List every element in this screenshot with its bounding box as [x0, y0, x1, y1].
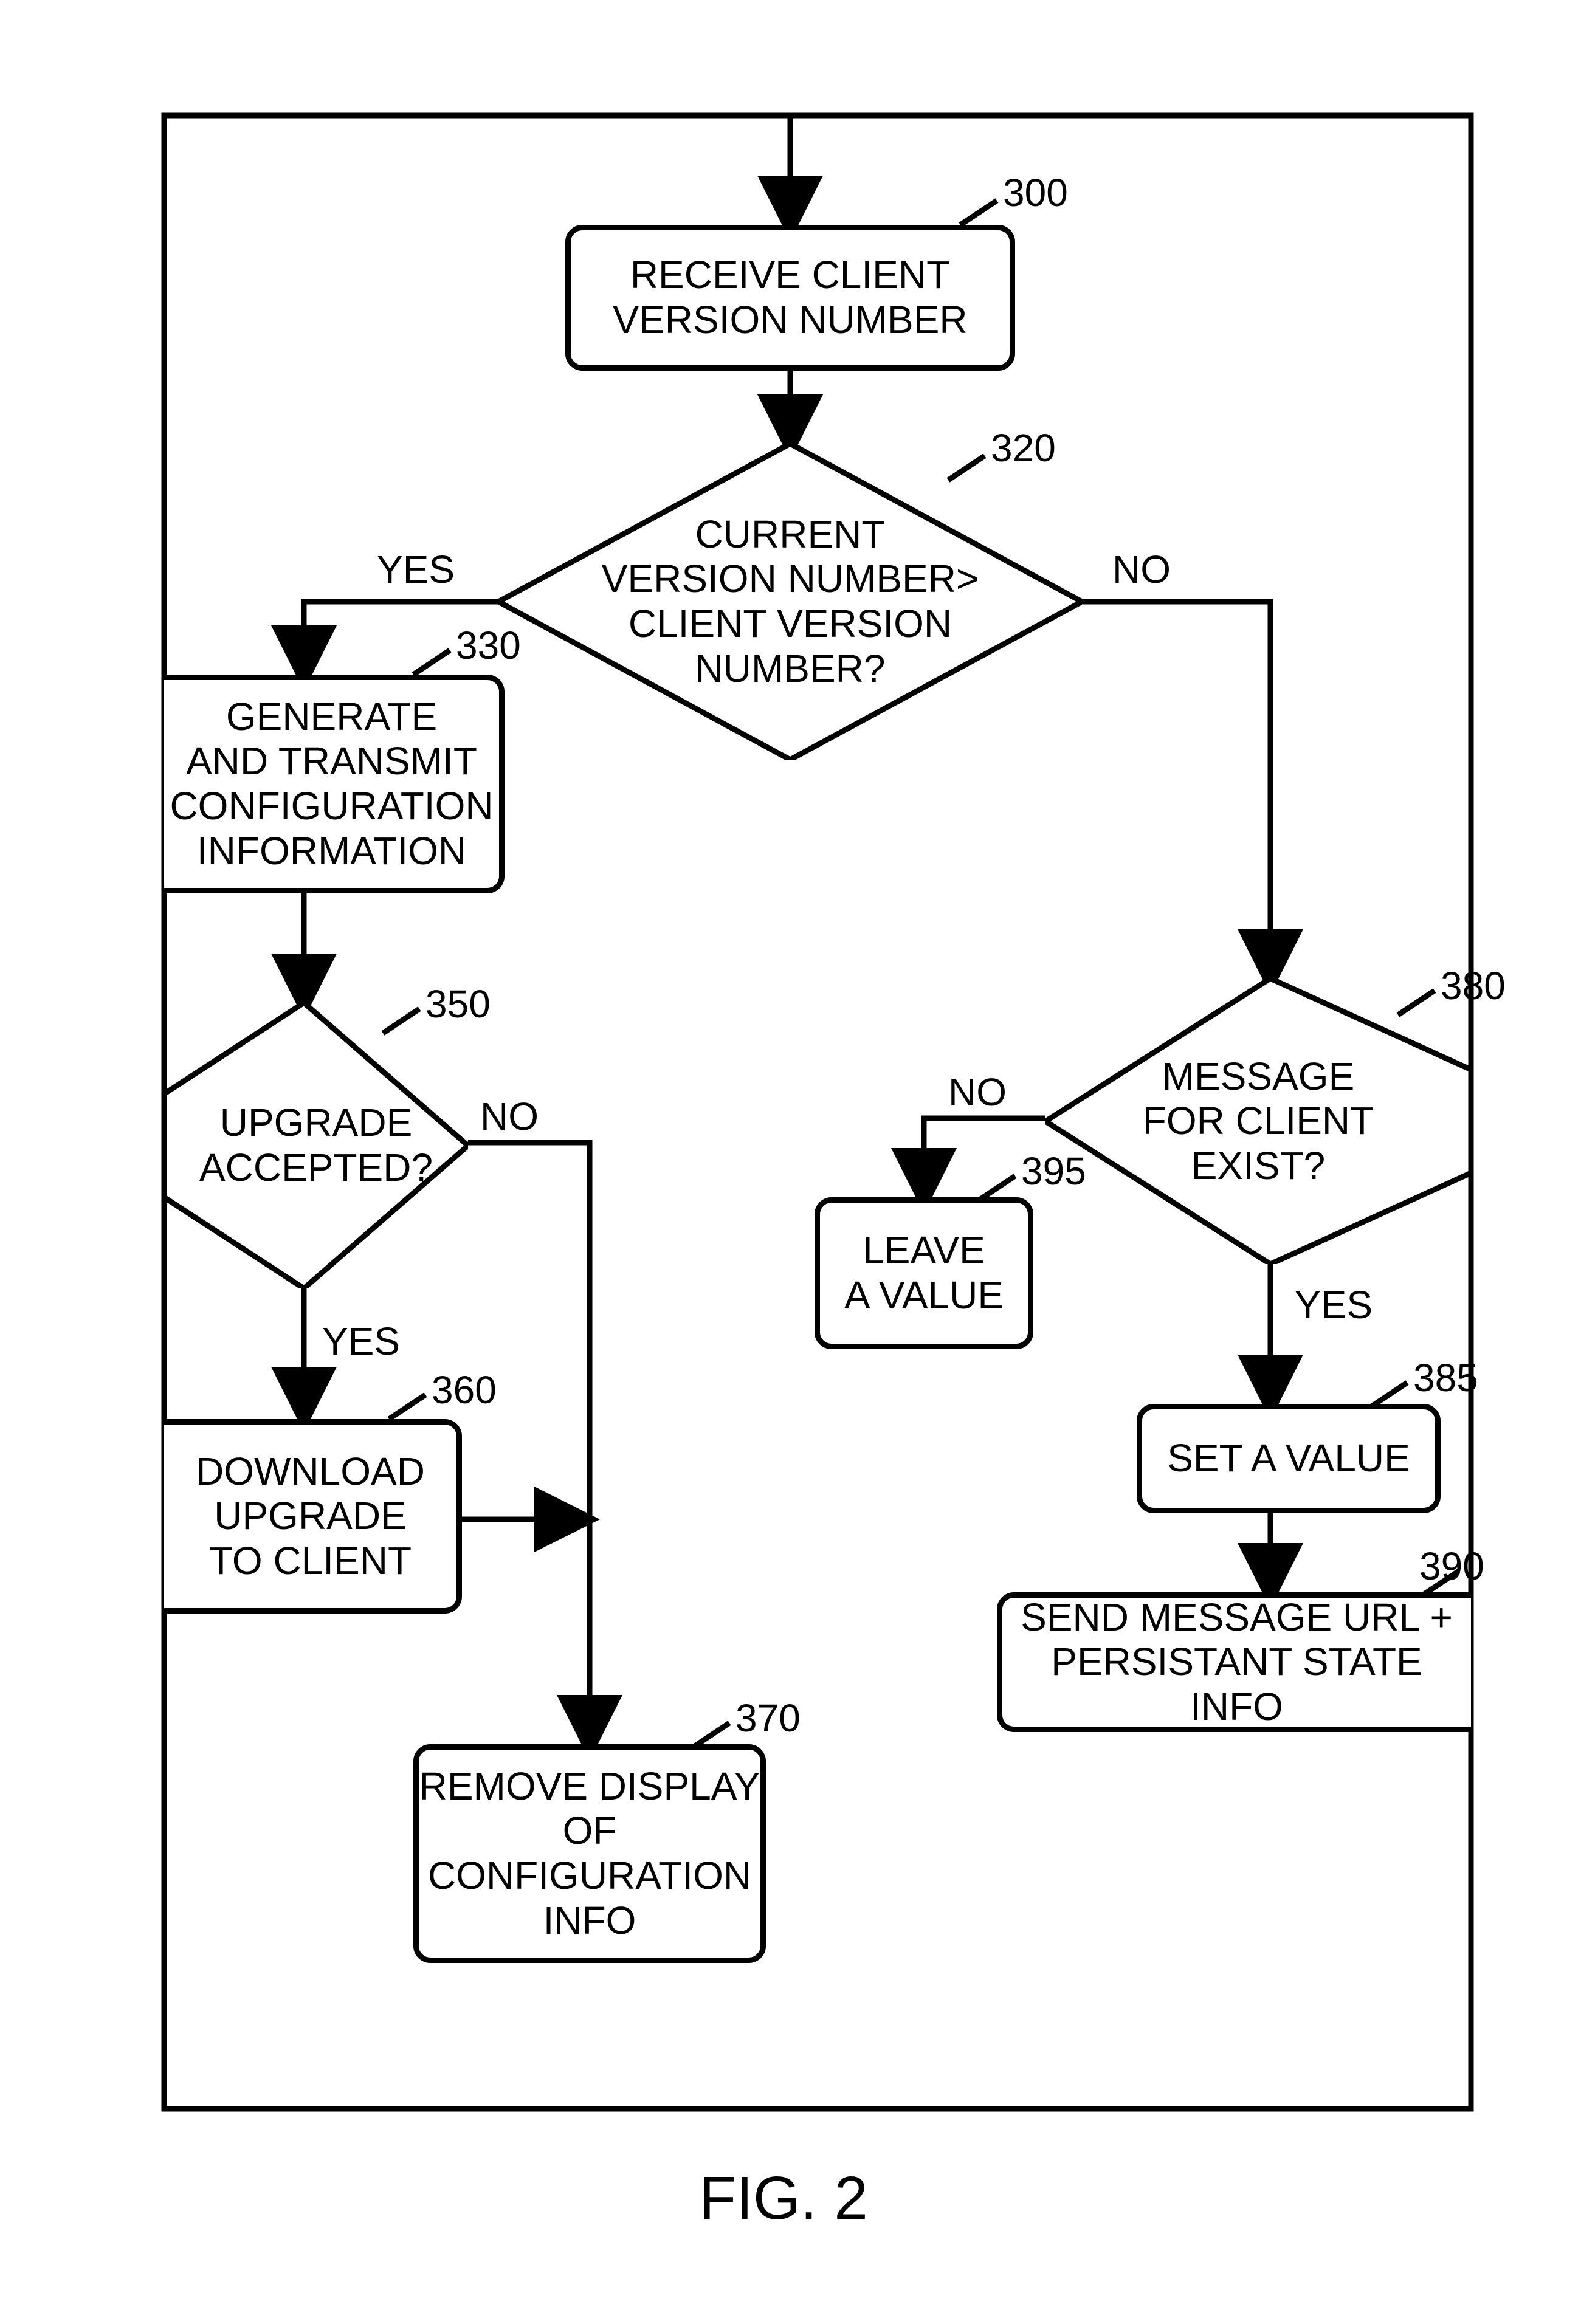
node-390-text: SEND MESSAGE URL + PERSISTANT STATE INFO	[1002, 1595, 1471, 1730]
flowchart-canvas: RECEIVE CLIENT VERSION NUMBER 300 CURREN…	[0, 0, 1581, 2324]
edge-320-no: NO	[1112, 547, 1171, 592]
ref-300: 300	[1003, 170, 1068, 215]
node-380-text: MESSAGE FOR CLIENT EXIST?	[1143, 1054, 1374, 1189]
node-370-text: REMOVE DISPLAY OF CONFIGURATION INFO	[419, 1764, 760, 1943]
ref-380: 380	[1441, 963, 1506, 1008]
edge-350-yes: YES	[322, 1319, 400, 1364]
node-385-set-value: SET A VALUE	[1137, 1404, 1441, 1513]
node-320-version-check: CURRENT VERSION NUMBER> CLIENT VERSION N…	[498, 444, 1082, 760]
ref-360: 360	[432, 1367, 497, 1412]
node-320-text: CURRENT VERSION NUMBER> CLIENT VERSION N…	[602, 512, 979, 691]
node-360-download-upgrade: DOWNLOAD UPGRADE TO CLIENT	[164, 1419, 462, 1614]
node-385-text: SET A VALUE	[1167, 1436, 1410, 1481]
ref-350: 350	[425, 982, 491, 1026]
node-380-message-exist: MESSAGE FOR CLIENT EXIST?	[1045, 978, 1471, 1264]
ref-330: 330	[456, 623, 521, 668]
node-395-text: LEAVE A VALUE	[844, 1228, 1004, 1318]
edge-320-yes: YES	[377, 547, 455, 592]
edge-350-no: NO	[480, 1094, 539, 1139]
edge-380-yes: YES	[1295, 1282, 1373, 1327]
node-330-generate-transmit-config: GENERATE AND TRANSMIT CONFIGURATION INFO…	[164, 675, 505, 893]
node-300-text: RECEIVE CLIENT VERSION NUMBER	[613, 253, 967, 342]
node-350-upgrade-accepted: UPGRADE ACCEPTED?	[164, 1003, 468, 1288]
edge-380-no: NO	[948, 1070, 1007, 1115]
ref-370: 370	[735, 1696, 801, 1741]
ref-390: 390	[1419, 1544, 1484, 1589]
node-360-text: DOWNLOAD UPGRADE TO CLIENT	[196, 1449, 425, 1584]
figure-label: FIG. 2	[699, 2164, 868, 2233]
node-390-send-message-url: SEND MESSAGE URL + PERSISTANT STATE INFO	[997, 1592, 1471, 1732]
node-330-text: GENERATE AND TRANSMIT CONFIGURATION INFO…	[170, 695, 493, 873]
ref-395: 395	[1021, 1149, 1086, 1194]
node-350-text: UPGRADE ACCEPTED?	[199, 1101, 433, 1190]
node-395-leave-value: LEAVE A VALUE	[815, 1197, 1033, 1349]
ref-320: 320	[991, 425, 1056, 470]
node-370-remove-display: REMOVE DISPLAY OF CONFIGURATION INFO	[413, 1744, 766, 1963]
node-300-receive-client-version: RECEIVE CLIENT VERSION NUMBER	[565, 225, 1015, 371]
ref-385: 385	[1413, 1355, 1478, 1400]
